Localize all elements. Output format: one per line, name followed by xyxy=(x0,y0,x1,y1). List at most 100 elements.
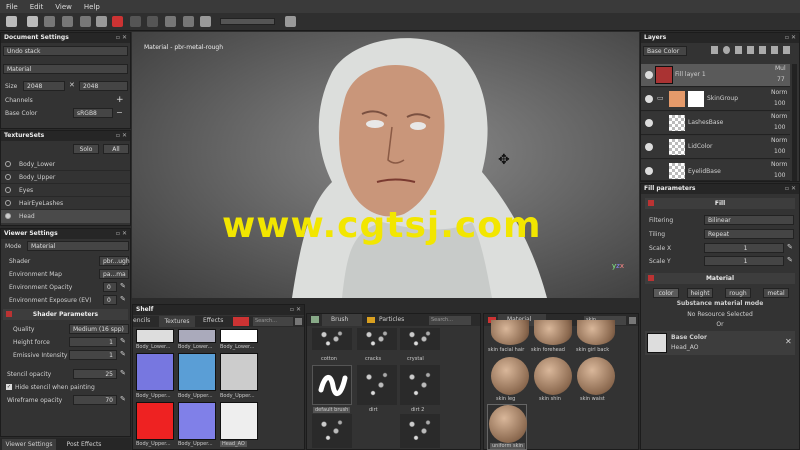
smudge-tool-icon[interactable] xyxy=(80,16,91,27)
axis-toggle-icon[interactable] xyxy=(147,16,158,27)
texture-thumbnail[interactable] xyxy=(136,353,174,391)
edit-icon[interactable]: ✎ xyxy=(120,337,126,345)
base-color-slot[interactable]: Base Color Head_AO ✕ xyxy=(645,331,795,355)
material-thumbnail[interactable] xyxy=(577,357,615,395)
close-icon[interactable]: ▫ ✕ xyxy=(785,33,796,43)
texture-set-item[interactable]: Eyes xyxy=(1,184,130,197)
material-item-selected[interactable]: uniform skin xyxy=(487,404,527,450)
radio-icon[interactable] xyxy=(5,187,11,193)
edit-icon[interactable]: ✎ xyxy=(787,243,793,251)
radio-icon[interactable] xyxy=(5,213,11,219)
texture-thumbnail[interactable] xyxy=(136,402,174,440)
brush-thumbnail[interactable] xyxy=(357,328,397,350)
base-color-format-dropdown[interactable]: sRGB8 xyxy=(73,108,113,118)
texture-thumbnail[interactable] xyxy=(220,402,258,440)
texture-thumbnail[interactable] xyxy=(220,353,258,391)
radio-icon[interactable] xyxy=(5,161,11,167)
channel-height-button[interactable]: height xyxy=(687,288,713,298)
layer-blend-mode[interactable]: Norm xyxy=(771,137,787,144)
grid-view-icon[interactable] xyxy=(295,318,302,325)
projection-tool-icon[interactable] xyxy=(44,16,55,27)
menu-file[interactable]: File xyxy=(0,3,24,11)
scale-y-input[interactable]: 1 xyxy=(704,256,784,266)
stencil-opacity-input[interactable]: 25 xyxy=(73,369,117,379)
brush-size-slider[interactable] xyxy=(220,18,275,25)
brush-thumbnail-selected[interactable] xyxy=(312,365,352,405)
edit-icon[interactable] xyxy=(200,16,211,27)
env-map-dropdown[interactable]: pa...ma xyxy=(99,269,129,279)
filtering-dropdown[interactable]: Bilinear xyxy=(704,215,794,225)
layer-row-selected[interactable]: Fill layer 1 Mul 77 xyxy=(641,64,790,87)
layer-blend-mode[interactable]: Mul xyxy=(775,65,786,72)
close-icon[interactable]: ▫ ✕ xyxy=(116,229,127,239)
add-mask-icon[interactable] xyxy=(735,46,742,54)
quality-dropdown[interactable]: Medium (16 spp) xyxy=(69,324,129,334)
layers-scrollbar[interactable] xyxy=(792,64,797,181)
undo-stack-dropdown[interactable]: Undo stack xyxy=(3,46,128,56)
env-exposure-input[interactable]: 0 xyxy=(103,295,117,305)
visibility-eye-icon[interactable] xyxy=(645,167,653,175)
tab-post-effects[interactable]: Post Effects xyxy=(60,439,108,450)
tab-brush[interactable]: Brush xyxy=(322,314,362,326)
scale-x-input[interactable]: 1 xyxy=(704,243,784,253)
layer-opacity[interactable]: 100 xyxy=(774,124,785,131)
menu-edit[interactable]: Edit xyxy=(24,3,50,11)
size-height-dropdown[interactable]: 2048 xyxy=(79,81,128,91)
axis-x-icon[interactable] xyxy=(130,16,141,27)
edit-icon[interactable]: ✎ xyxy=(120,282,126,290)
brush-thumbnail[interactable] xyxy=(400,328,440,350)
camera-icon[interactable] xyxy=(165,16,176,27)
layer-blend-mode[interactable]: Norm xyxy=(771,89,787,96)
texture-thumbnail[interactable] xyxy=(178,353,216,391)
texture-set-item[interactable]: Body_Lower xyxy=(1,158,130,171)
edit-icon[interactable]: ✎ xyxy=(120,350,126,358)
texture-thumbnail[interactable] xyxy=(136,329,174,343)
color-picker-icon[interactable] xyxy=(96,16,107,27)
brush-thumbnail[interactable] xyxy=(400,365,440,405)
visibility-eye-icon[interactable] xyxy=(645,95,653,103)
fill-section-header[interactable]: Fill xyxy=(645,198,795,209)
remove-channel-icon[interactable]: − xyxy=(116,108,123,117)
brush-search-input[interactable]: Search... xyxy=(429,316,471,325)
material-thumbnail[interactable] xyxy=(577,320,615,345)
close-icon[interactable]: ▫ ✕ xyxy=(116,33,127,43)
remove-map-icon[interactable]: ✕ xyxy=(785,337,792,346)
size-width-dropdown[interactable]: 2048 xyxy=(23,81,65,91)
brush-thumbnail[interactable] xyxy=(357,365,397,405)
tab-effects[interactable]: Effects xyxy=(203,317,223,324)
edit-icon[interactable]: ✎ xyxy=(787,256,793,264)
material-thumbnail[interactable] xyxy=(491,320,529,345)
duplicate-layer-icon[interactable] xyxy=(771,46,778,54)
eraser-tool-icon[interactable] xyxy=(27,16,38,27)
mode-dropdown[interactable]: Material xyxy=(27,241,129,251)
texture-set-item[interactable]: Body_Upper xyxy=(1,171,130,184)
solo-button[interactable]: Solo xyxy=(73,144,99,154)
layer-opacity[interactable]: 77 xyxy=(777,76,785,83)
edit-icon[interactable]: ✎ xyxy=(120,369,126,377)
add-channel-icon[interactable]: + xyxy=(116,95,124,105)
render-icon[interactable] xyxy=(183,16,194,27)
grid-view-icon[interactable] xyxy=(629,317,636,324)
layer-blend-mode[interactable]: Norm xyxy=(771,113,787,120)
material-section-header[interactable]: Material xyxy=(645,273,795,284)
layer-row[interactable]: EyelidBase Norm 100 xyxy=(641,160,790,181)
texture-set-item[interactable]: HairEyeLashes xyxy=(1,197,130,210)
emissive-input[interactable]: 1 xyxy=(69,350,117,360)
add-fill-layer-icon[interactable] xyxy=(723,46,730,54)
radio-icon[interactable] xyxy=(5,174,11,180)
height-force-input[interactable]: 1 xyxy=(69,337,117,347)
material-thumbnail[interactable] xyxy=(534,320,572,345)
channel-rough-button[interactable]: rough xyxy=(725,288,751,298)
material-dropdown[interactable]: Material xyxy=(3,64,128,74)
visibility-eye-icon[interactable] xyxy=(645,143,653,151)
texture-thumbnail[interactable] xyxy=(178,329,216,343)
tab-viewer-settings[interactable]: Viewer Settings xyxy=(2,439,56,450)
menu-view[interactable]: View xyxy=(49,3,78,11)
tab-particles[interactable]: Particles xyxy=(379,316,404,323)
brush-tool-icon[interactable] xyxy=(6,16,17,27)
add-folder-icon[interactable] xyxy=(759,46,766,54)
pencil-icon[interactable] xyxy=(285,16,296,27)
add-effect-icon[interactable] xyxy=(747,46,754,54)
close-icon[interactable]: ▫ ✕ xyxy=(785,184,796,194)
brush-thumbnail[interactable] xyxy=(312,414,352,448)
